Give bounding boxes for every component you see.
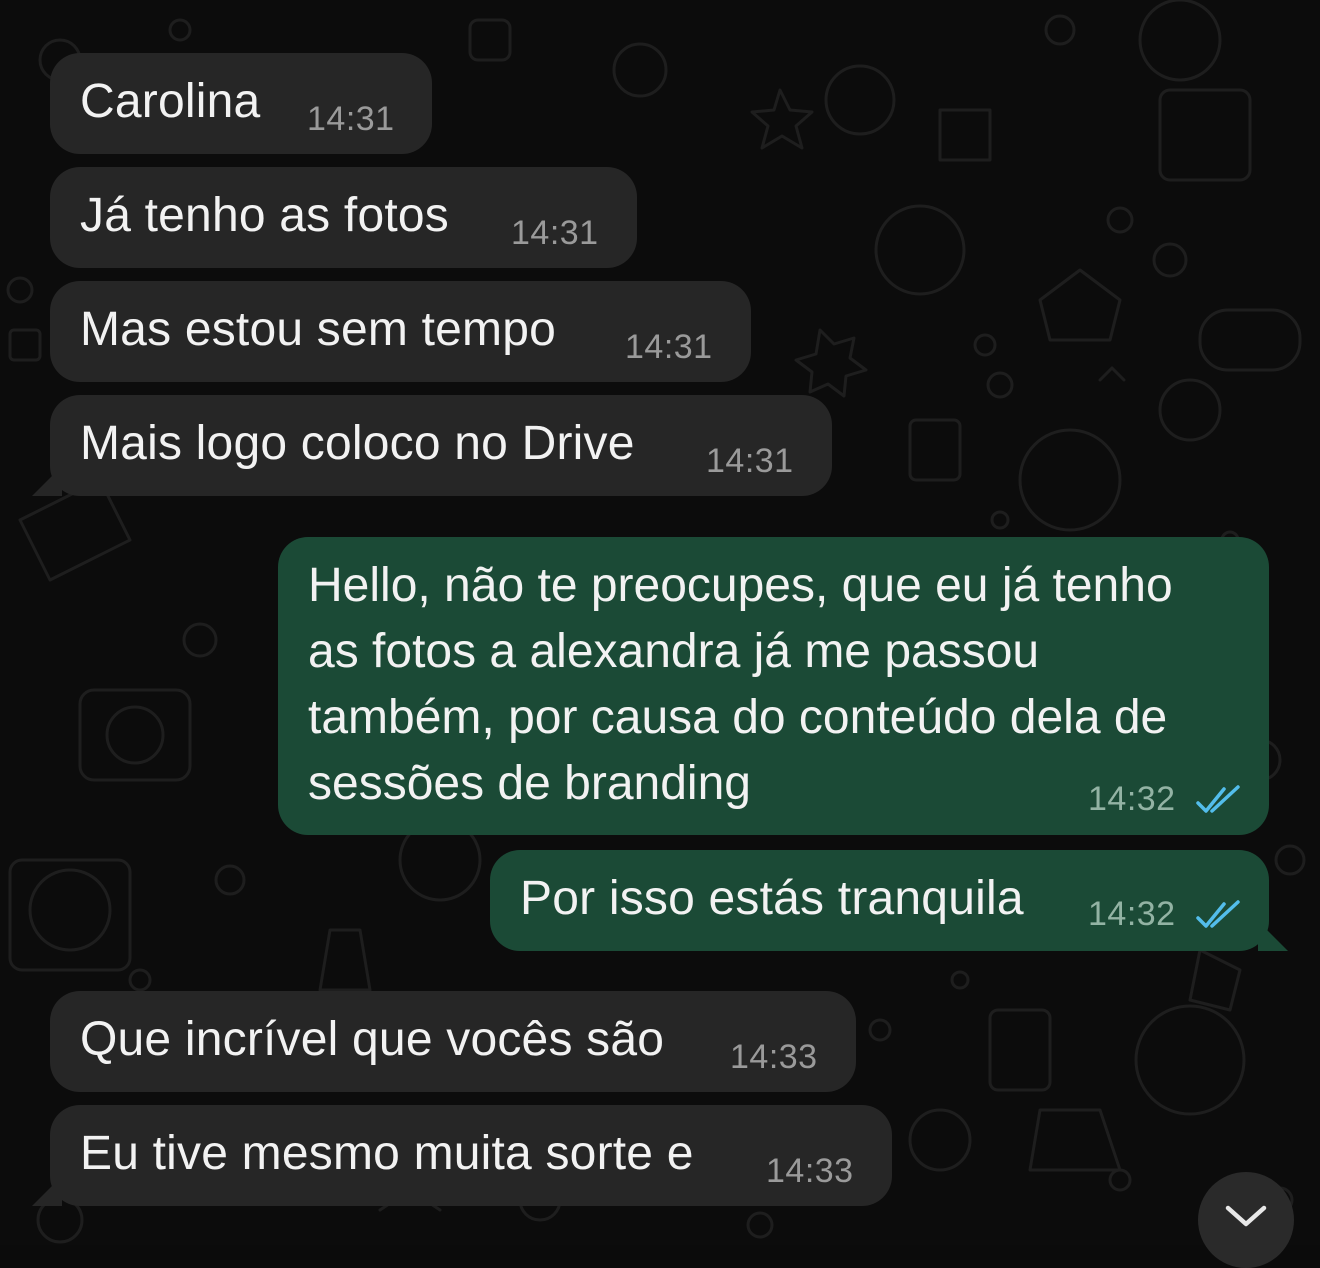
message-time: 14:32 bbox=[1088, 780, 1176, 818]
message-text-line: sessões de branding bbox=[308, 757, 751, 810]
incoming-message[interactable]: Carolina 14:31 bbox=[50, 53, 432, 154]
scroll-to-bottom-button[interactable] bbox=[1198, 1172, 1294, 1268]
chevron-down-icon bbox=[1225, 1205, 1267, 1227]
message-time: 14:31 bbox=[307, 100, 395, 138]
message-text-line: Hello, não te preocupes, que eu já tenho bbox=[308, 559, 1173, 612]
message-text: Carolina bbox=[80, 75, 261, 128]
bubble-tail bbox=[32, 466, 62, 496]
incoming-message[interactable]: Eu tive mesmo muita sorte e 14:33 bbox=[50, 1105, 892, 1206]
message-time: 14:31 bbox=[706, 442, 794, 480]
message-time: 14:31 bbox=[625, 328, 713, 366]
message-time: 14:33 bbox=[766, 1152, 854, 1190]
message-time: 14:32 bbox=[1088, 895, 1176, 933]
double-check-icon bbox=[1196, 785, 1240, 813]
message-text: Por isso estás tranquila bbox=[520, 872, 1024, 925]
incoming-message[interactable]: Mas estou sem tempo 14:31 bbox=[50, 281, 751, 382]
message-text: Mais logo coloco no Drive bbox=[80, 417, 635, 470]
message-text: Já tenho as fotos bbox=[80, 189, 449, 242]
message-text: Que incrível que vocês são bbox=[80, 1013, 665, 1066]
incoming-message[interactable]: Que incrível que vocês são 14:33 bbox=[50, 991, 856, 1092]
message-time: 14:31 bbox=[511, 214, 599, 252]
double-check-icon bbox=[1196, 900, 1240, 928]
bubble-tail bbox=[1258, 921, 1288, 951]
message-text: Eu tive mesmo muita sorte e bbox=[80, 1127, 694, 1180]
incoming-message[interactable]: Já tenho as fotos 14:31 bbox=[50, 167, 637, 268]
outgoing-message[interactable]: Hello, não te preocupes, que eu já tenho… bbox=[278, 537, 1269, 835]
outgoing-message[interactable]: Por isso estás tranquila 14:32 bbox=[490, 850, 1269, 951]
message-text: Mas estou sem tempo bbox=[80, 303, 556, 356]
incoming-message[interactable]: Mais logo coloco no Drive 14:31 bbox=[50, 395, 832, 496]
message-time: 14:33 bbox=[730, 1038, 818, 1076]
bubble-tail bbox=[32, 1176, 62, 1206]
message-text-line: as fotos a alexandra já me passou bbox=[308, 625, 1040, 678]
message-text-line: também, por causa do conteúdo dela de bbox=[308, 691, 1168, 744]
